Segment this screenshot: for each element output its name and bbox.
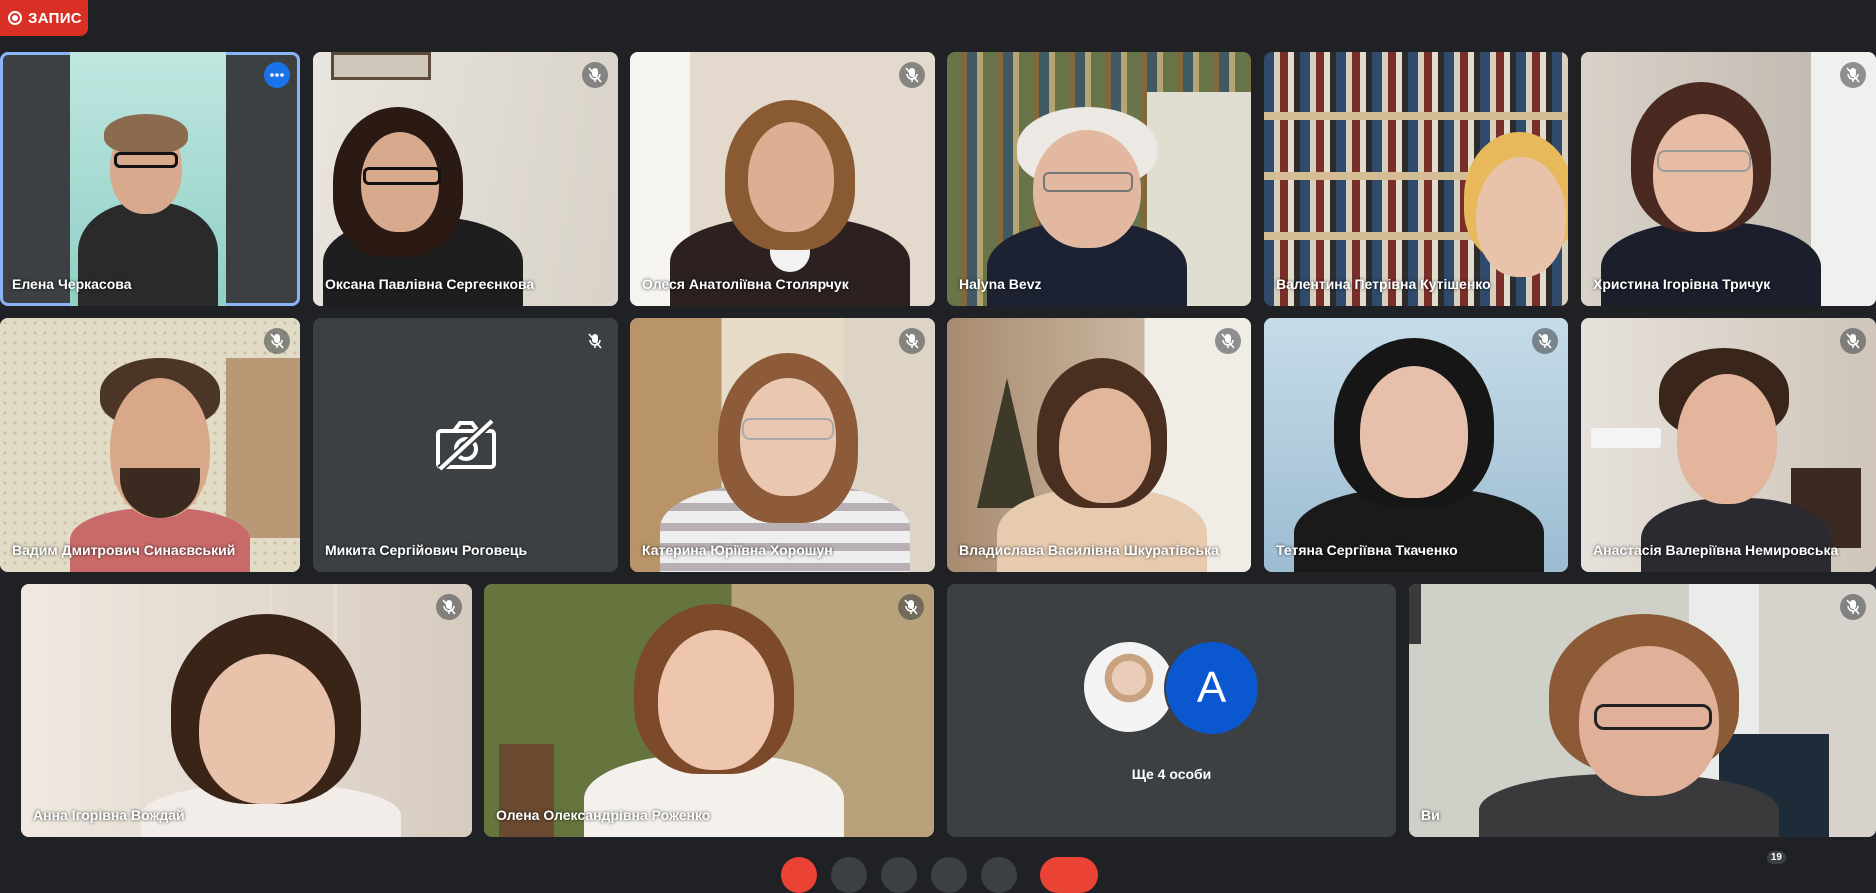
- participant-tile[interactable]: Катерина Юріївна Хорошун: [630, 318, 935, 572]
- participant-name: Вадим Дмитрович Синаєвський: [12, 542, 236, 558]
- video-feed: [1264, 318, 1568, 572]
- mic-off-indicator: [1215, 328, 1241, 354]
- participant-tile[interactable]: Анна Ігорівна Вождай: [21, 584, 472, 837]
- mic-off-indicator: [582, 62, 608, 88]
- mic-off-indicator: [1532, 328, 1558, 354]
- video-feed: [21, 584, 472, 837]
- participant-tile[interactable]: Елена Черкасова: [0, 52, 300, 306]
- participant-tile[interactable]: Владислава Василівна Шкуратівська: [947, 318, 1251, 572]
- video-feed: [0, 52, 300, 306]
- participant-name: Валентина Петрівна Кутішенко: [1276, 276, 1491, 292]
- mic-off-indicator: [898, 594, 924, 620]
- video-feed: [630, 318, 935, 572]
- others-count-label: Ще 4 особи: [1131, 766, 1212, 782]
- video-feed: [947, 52, 1251, 306]
- video-feed: [1409, 584, 1876, 837]
- participant-tile[interactable]: Halyna Bevz: [947, 52, 1251, 306]
- more-options-icon: [270, 73, 284, 77]
- mic-off-indicator: [899, 328, 925, 354]
- self-tile[interactable]: Ви: [1409, 584, 1876, 837]
- others-tile[interactable]: A Ще 4 особи: [947, 584, 1396, 837]
- participant-tile[interactable]: Вадим Дмитрович Синаєвський: [0, 318, 300, 572]
- participant-name: Анастасія Валеріївна Немировська: [1593, 542, 1839, 558]
- mic-off-indicator: [1840, 62, 1866, 88]
- mic-off-icon: [1846, 599, 1860, 615]
- participant-name: Владислава Василівна Шкуратівська: [959, 542, 1219, 558]
- participant-avatar: [1081, 640, 1176, 734]
- participant-name: Анна Ігорівна Вождай: [33, 807, 185, 823]
- participant-name: Елена Черкасова: [12, 276, 132, 292]
- video-feed: [1581, 52, 1876, 306]
- mic-off-icon: [588, 67, 602, 83]
- present-button[interactable]: [981, 857, 1017, 893]
- video-feed: [1264, 52, 1568, 306]
- participant-tile[interactable]: Микита Сергійович Роговець: [313, 318, 618, 572]
- participant-name: Тетяна Сергіївна Ткаченко: [1276, 542, 1458, 558]
- participant-name: Христина Ігорівна Тричук: [1593, 276, 1771, 292]
- participant-tile[interactable]: Валентина Петрівна Кутішенко: [1264, 52, 1568, 306]
- mic-off-indicator: [264, 328, 290, 354]
- leave-call-button[interactable]: [1040, 857, 1098, 893]
- captions-button[interactable]: [881, 857, 917, 893]
- participant-name: Микита Сергійович Роговець: [325, 542, 528, 558]
- camera-off-icon: [435, 419, 496, 471]
- record-icon: [8, 11, 22, 25]
- participant-tile[interactable]: Оксана Павлівна Сергеєнкова: [313, 52, 618, 306]
- mic-off-icon: [904, 599, 918, 615]
- mic-off-indicator: [899, 62, 925, 88]
- video-feed: [313, 52, 618, 306]
- mic-off-icon: [1538, 333, 1552, 349]
- video-feed: [1581, 318, 1876, 572]
- recording-badge[interactable]: ЗАПИС: [0, 0, 88, 36]
- participant-name: Катерина Юріївна Хорошун: [642, 542, 833, 558]
- recording-label: ЗАПИС: [28, 9, 82, 27]
- mic-off-icon: [1846, 333, 1860, 349]
- mic-off-indicator: [1840, 328, 1866, 354]
- video-feed: [947, 318, 1251, 572]
- participant-tile[interactable]: Христина Ігорівна Тричук: [1581, 52, 1876, 306]
- mic-off-icon: [905, 333, 919, 349]
- mic-off-indicator: [1840, 594, 1866, 620]
- participant-name: Halyna Bevz: [959, 276, 1042, 292]
- participant-name: Оксана Павлівна Сергеєнкова: [325, 276, 535, 292]
- mic-off-icon: [905, 67, 919, 83]
- participant-tile[interactable]: Тетяна Сергіївна Ткаченко: [1264, 318, 1568, 572]
- mic-off-indicator: [436, 594, 462, 620]
- participant-tile[interactable]: Анастасія Валеріївна Немировська: [1581, 318, 1876, 572]
- mic-off-icon: [1221, 333, 1235, 349]
- participant-tile[interactable]: Олеся Анатоліївна Столярчук: [630, 52, 935, 306]
- participant-name: Олена Олександрівна Роженко: [496, 807, 711, 823]
- participant-tile[interactable]: Олена Олександрівна Роженко: [484, 584, 934, 837]
- participant-name: Ви: [1421, 807, 1440, 823]
- video-feed: [630, 52, 935, 306]
- mic-off-icon: [270, 333, 284, 349]
- mic-off-indicator: [582, 328, 608, 354]
- control-bar: 19: [0, 845, 1876, 893]
- mic-toggle-button[interactable]: [781, 857, 817, 893]
- raise-hand-button[interactable]: [931, 857, 967, 893]
- participant-name: Олеся Анатоліївна Столярчук: [642, 276, 849, 292]
- video-feed: [484, 584, 934, 837]
- camera-toggle-button[interactable]: [831, 857, 867, 893]
- others-avatars: A: [1081, 640, 1262, 736]
- participant-avatar-letter: A: [1163, 640, 1260, 736]
- video-feed: [0, 318, 300, 572]
- participant-count-badge: 19: [1766, 851, 1786, 864]
- mic-off-icon: [1846, 67, 1860, 83]
- mic-off-icon: [588, 333, 602, 349]
- more-options-button[interactable]: [264, 62, 290, 88]
- mic-off-icon: [442, 599, 456, 615]
